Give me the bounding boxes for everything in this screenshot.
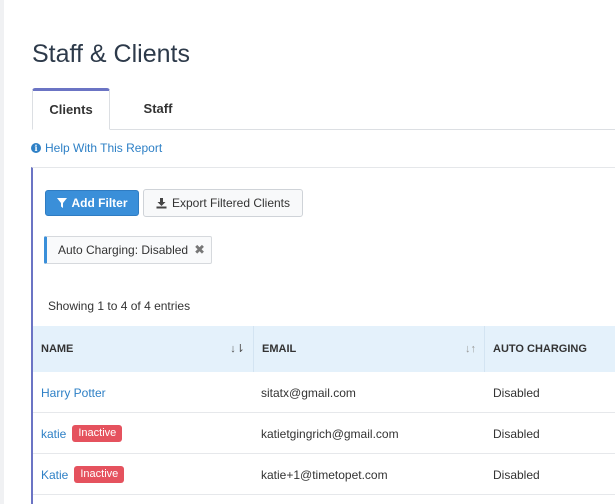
client-name-link[interactable]: katie — [41, 427, 66, 441]
auto-charging-cell: Disabled — [493, 426, 540, 441]
sort-ascending-icon: ↓⇂ — [230, 343, 245, 355]
column-header-label: NAME — [41, 343, 74, 355]
close-icon[interactable]: ✖ — [194, 242, 205, 258]
email-cell: katie+1@timetopet.com — [261, 467, 388, 482]
filter-icon — [56, 198, 67, 208]
table-row: Harry Potter sitatx@gmail.com Disabled — [33, 372, 615, 413]
table-header: NAME ↓⇂ EMAIL ↓↑ AUTO CHARGING — [33, 326, 615, 372]
page: Staff & Clients Clients Staff i Help Wit… — [0, 0, 615, 504]
tab-clients[interactable]: Clients — [32, 88, 110, 130]
table-row: katie Inactive katietgingrich@gmail.com … — [33, 413, 615, 454]
column-header-name[interactable]: NAME ↓⇂ — [33, 326, 254, 372]
filter-chip-label: Auto Charging: Disabled — [58, 243, 189, 257]
download-icon — [156, 197, 167, 208]
column-header-label: AUTO CHARGING — [493, 343, 587, 355]
add-filter-label: Add Filter — [71, 196, 128, 210]
status-badge: Inactive — [72, 425, 123, 442]
help-link[interactable]: i Help With This Report — [31, 141, 162, 155]
sort-icon: ↓↑ — [465, 343, 476, 355]
name-cell: katie Inactive — [33, 413, 254, 454]
tab-staff[interactable]: Staff — [128, 88, 188, 129]
info-circle-icon: i — [31, 143, 41, 153]
client-name-link[interactable]: Katie — [41, 468, 68, 482]
report-panel: Add Filter Export Filtered Clients Auto … — [31, 167, 615, 504]
auto-charging-cell: Disabled — [493, 467, 540, 482]
status-badge: Inactive — [74, 466, 125, 483]
column-header-label: EMAIL — [262, 343, 297, 355]
export-label: Export Filtered Clients — [171, 196, 291, 210]
name-cell: Katie Inactive — [33, 454, 254, 495]
left-divider — [0, 0, 4, 504]
column-header-auto-charging[interactable]: AUTO CHARGING — [485, 326, 615, 372]
email-cell: katietgingrich@gmail.com — [261, 426, 399, 441]
filter-chip: Auto Charging: Disabled ✖ — [44, 236, 212, 264]
client-name-link[interactable]: Harry Potter — [41, 386, 106, 400]
email-cell: sitatx@gmail.com — [261, 385, 356, 400]
column-header-email[interactable]: EMAIL ↓↑ — [254, 326, 485, 372]
name-cell: Harry Potter — [33, 372, 254, 413]
add-filter-button[interactable]: Add Filter — [45, 190, 139, 216]
help-link-label: Help With This Report — [45, 141, 163, 155]
page-title: Staff & Clients — [32, 40, 190, 68]
export-filtered-clients-button[interactable]: Export Filtered Clients — [143, 189, 303, 217]
tab-bar: Clients Staff — [32, 88, 615, 130]
auto-charging-cell: Disabled — [493, 385, 540, 400]
table-row: Katie Inactive katie+1@timetopet.com Dis… — [33, 454, 615, 495]
entries-summary: Showing 1 to 4 of 4 entries — [48, 299, 191, 313]
